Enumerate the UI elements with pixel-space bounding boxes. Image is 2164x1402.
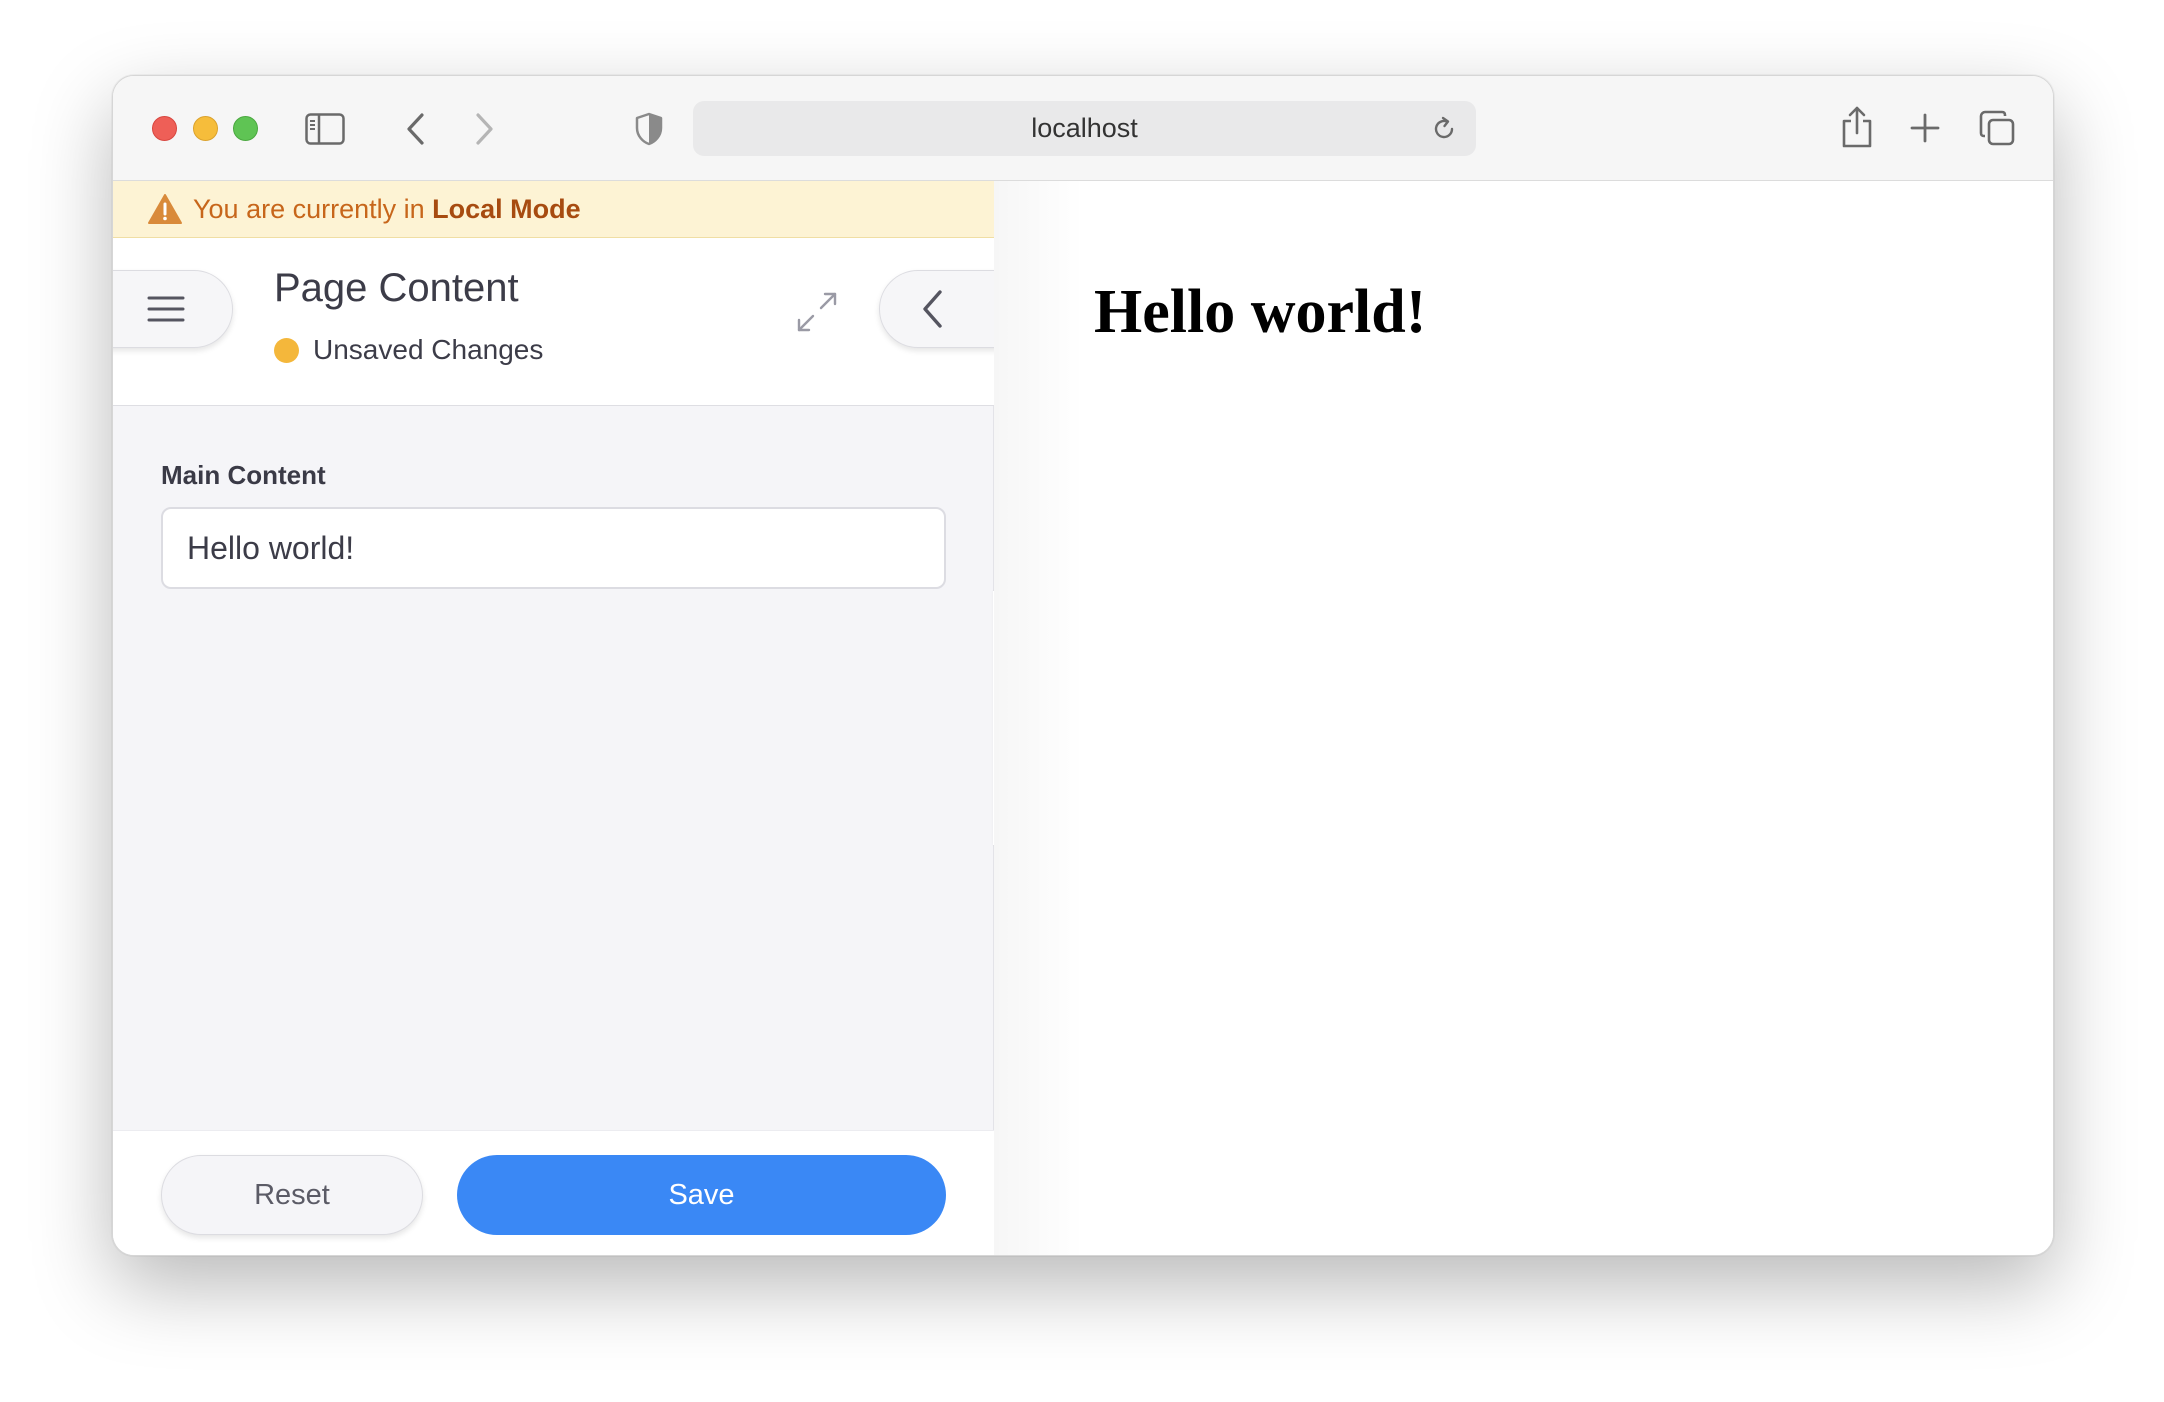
minimize-window-button[interactable] <box>193 116 218 141</box>
status-indicator: Unsaved Changes <box>274 334 543 366</box>
status-text: Unsaved Changes <box>313 334 544 365</box>
browser-toolbar: localhost <box>113 76 2053 181</box>
plus-icon[interactable] <box>1907 110 1943 146</box>
editor-panel: You are currently in Local Mode Page Con… <box>113 181 1009 1255</box>
status-dot <box>274 337 299 363</box>
page-content: You are currently in Local Mode Page Con… <box>113 181 2053 1255</box>
collapse-panel-button[interactable] <box>879 270 1009 348</box>
save-button[interactable]: Save <box>457 1155 946 1235</box>
share-icon[interactable] <box>1837 104 1877 150</box>
reload-icon[interactable] <box>1430 115 1458 143</box>
local-mode-label: Local Mode <box>432 193 581 224</box>
chevron-right-icon[interactable] <box>465 109 505 149</box>
preview-heading: Hello world! <box>1094 278 1427 346</box>
chevron-left-icon[interactable] <box>395 109 435 149</box>
address-url[interactable]: localhost <box>693 101 1476 156</box>
warning-icon <box>148 194 182 224</box>
close-window-button[interactable] <box>152 116 177 141</box>
preview-pane: Hello world! <box>994 181 2053 1255</box>
local-mode-text: You are currently in Local Mode <box>193 193 581 224</box>
expand-icon[interactable] <box>793 288 841 336</box>
editor-footer: Reset Save <box>113 1130 994 1255</box>
chevron-left-icon <box>923 290 942 328</box>
preview-edge-shadow <box>994 181 1084 1255</box>
menu-button[interactable] <box>113 270 233 348</box>
page-title: Page Content <box>274 266 519 310</box>
sidebar-icon[interactable] <box>305 112 345 146</box>
hamburger-menu-icon <box>147 296 185 322</box>
reset-button[interactable]: Reset <box>161 1155 423 1235</box>
editor-header: Page Content Unsaved Changes <box>113 238 1009 406</box>
zoom-window-button[interactable] <box>233 116 258 141</box>
address-bar[interactable]: localhost <box>693 101 1476 156</box>
browser-window: localhost You are currently in Local Mod… <box>112 75 2054 1256</box>
shield-icon[interactable] <box>631 110 667 148</box>
main-content-input[interactable] <box>161 507 946 589</box>
local-mode-banner: You are currently in Local Mode <box>113 181 994 238</box>
tabs-icon[interactable] <box>1977 108 2017 148</box>
main-content-label: Main Content <box>161 460 326 490</box>
